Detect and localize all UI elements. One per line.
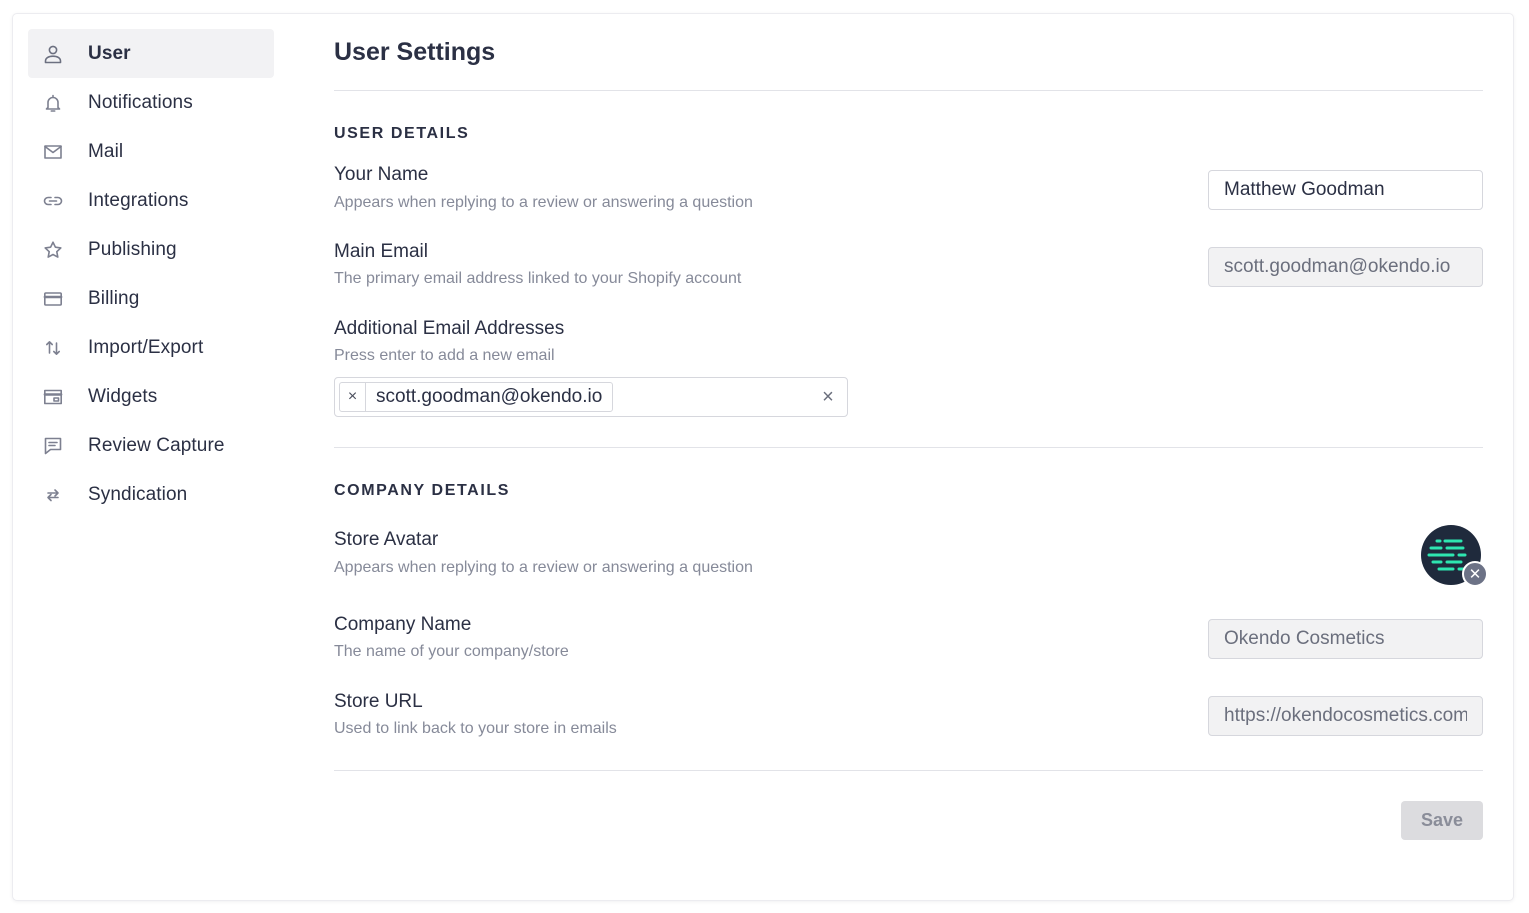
sidebar-item-syndication[interactable]: Syndication <box>28 470 274 519</box>
sidebar-item-publishing[interactable]: Publishing <box>28 225 274 274</box>
divider <box>334 90 1483 91</box>
mail-icon <box>42 141 64 163</box>
sidebar-item-label: Publishing <box>88 238 177 260</box>
divider <box>334 770 1483 771</box>
sidebar-item-import-export[interactable]: Import/Export <box>28 323 274 372</box>
section-heading-user-details: USER DETAILS <box>334 125 470 142</box>
sidebar-item-label: Mail <box>88 140 124 162</box>
your-name-label: Your Name <box>334 164 429 185</box>
sidebar-item-billing[interactable]: Billing <box>28 274 274 323</box>
settings-card: User Notifications Mail Integrations Pub… <box>13 14 1513 900</box>
store-url-help: Used to link back to your store in email… <box>334 720 617 737</box>
user-icon <box>42 43 64 65</box>
main-email-input <box>1208 247 1483 287</box>
sidebar-item-label: Notifications <box>88 91 193 113</box>
store-url-input <box>1208 696 1483 736</box>
your-name-help: Appears when replying to a review or ans… <box>334 194 753 211</box>
company-name-label: Company Name <box>334 614 472 635</box>
main-email-help: The primary email address linked to your… <box>334 270 742 287</box>
sidebar-item-label: Widgets <box>88 385 158 407</box>
clear-all-icon[interactable]: × <box>817 386 839 408</box>
your-name-input[interactable] <box>1208 170 1483 210</box>
sidebar-item-widgets[interactable]: Widgets <box>28 372 274 421</box>
sidebar-item-mail[interactable]: Mail <box>28 127 274 176</box>
bell-icon <box>42 92 64 114</box>
link-icon <box>42 190 64 212</box>
tag-text: scott.goodman@okendo.io <box>376 386 603 407</box>
sidebar-item-label: Syndication <box>88 483 188 505</box>
divider <box>334 447 1483 448</box>
swap-arrows-icon <box>42 484 64 506</box>
company-name-input <box>1208 619 1483 659</box>
arrows-vertical-icon <box>42 337 64 359</box>
sidebar-item-label: Review Capture <box>88 434 225 456</box>
company-name-help: The name of your company/store <box>334 643 569 660</box>
tag-remove-icon[interactable]: × <box>340 383 366 411</box>
additional-emails-help: Press enter to add a new email <box>334 347 555 364</box>
chat-icon <box>42 435 64 457</box>
store-url-label: Store URL <box>334 691 423 712</box>
page-title: User Settings <box>334 38 496 66</box>
save-button[interactable]: Save <box>1401 801 1483 840</box>
sidebar-item-notifications[interactable]: Notifications <box>28 78 274 127</box>
settings-sidebar: User Notifications Mail Integrations Pub… <box>28 29 274 519</box>
additional-emails-input[interactable]: × scott.goodman@okendo.io × <box>334 377 848 417</box>
store-avatar-label: Store Avatar <box>334 529 439 550</box>
avatar-remove-icon[interactable]: ✕ <box>1462 561 1488 587</box>
sidebar-item-user[interactable]: User <box>28 29 274 78</box>
credit-card-icon <box>42 288 64 310</box>
additional-emails-label: Additional Email Addresses <box>334 318 565 339</box>
sidebar-item-label: Integrations <box>88 189 189 211</box>
store-avatar-help: Appears when replying to a review or ans… <box>334 559 753 576</box>
section-heading-company-details: COMPANY DETAILS <box>334 482 511 499</box>
sidebar-item-label: User <box>88 42 131 64</box>
sidebar-item-label: Billing <box>88 287 140 309</box>
star-icon <box>42 239 64 261</box>
main-email-label: Main Email <box>334 241 428 262</box>
email-tag: × scott.goodman@okendo.io <box>339 382 614 412</box>
sidebar-item-review-capture[interactable]: Review Capture <box>28 421 274 470</box>
sidebar-item-integrations[interactable]: Integrations <box>28 176 274 225</box>
sidebar-item-label: Import/Export <box>88 336 204 358</box>
browser-window-icon <box>42 386 64 408</box>
